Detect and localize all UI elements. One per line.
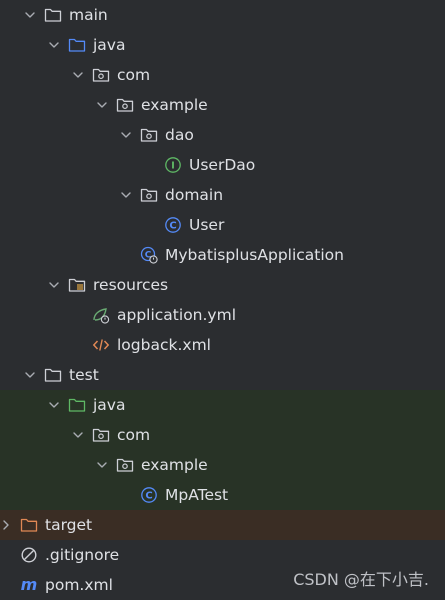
tree-row[interactable]: C User: [0, 210, 445, 240]
folder-icon: [44, 366, 62, 384]
chevron-down-icon[interactable]: [72, 69, 84, 81]
tree-item-label: pom.xml: [45, 576, 113, 594]
watermark-text: CSDN @在下小吉.: [293, 570, 429, 589]
xml-file-icon: [92, 336, 110, 354]
tree-row[interactable]: java: [0, 30, 445, 60]
package-icon: [116, 456, 134, 474]
chevron-down-icon[interactable]: [72, 429, 84, 441]
tree-row[interactable]: C MybatisplusApplication: [0, 240, 445, 270]
tree-row[interactable]: I UserDao: [0, 150, 445, 180]
tree-item-label: User: [189, 216, 225, 234]
tree-item-label: domain: [165, 186, 224, 204]
chevron-down-icon[interactable]: [24, 9, 36, 21]
tree-item-label: example: [141, 96, 208, 114]
chevron-down-icon[interactable]: [24, 369, 36, 381]
class-icon: C: [140, 486, 158, 504]
chevron-down-icon[interactable]: [48, 399, 60, 411]
spring-class-icon: C: [140, 246, 158, 264]
tree-row[interactable]: example: [0, 450, 445, 480]
svg-text:C: C: [145, 491, 152, 502]
tree-row[interactable]: main: [0, 0, 445, 30]
tree-item-label: resources: [93, 276, 169, 294]
tree-row[interactable]: C MpATest: [0, 480, 445, 510]
resources-folder-icon: [68, 276, 86, 294]
maven-icon: m: [20, 576, 38, 594]
tree-row[interactable]: com: [0, 420, 445, 450]
package-icon: [140, 126, 158, 144]
source-folder-icon: [68, 36, 86, 54]
tree-item-label: example: [141, 456, 208, 474]
interface-icon: I: [164, 156, 182, 174]
svg-text:m: m: [21, 576, 38, 594]
project-tree: main java com example dao I UserDao domain C User…: [0, 0, 445, 600]
package-icon: [92, 66, 110, 84]
tree-row[interactable]: test: [0, 360, 445, 390]
tree-item-label: .gitignore: [45, 546, 120, 564]
tree-row[interactable]: example: [0, 90, 445, 120]
class-icon: C: [164, 216, 182, 234]
tree-row[interactable]: application.yml: [0, 300, 445, 330]
tree-row[interactable]: java: [0, 390, 445, 420]
tree-item-label: MpATest: [165, 486, 229, 504]
tree-row[interactable]: logback.xml: [0, 330, 445, 360]
package-icon: [140, 186, 158, 204]
test-folder-icon: [68, 396, 86, 414]
gitignore-icon: [20, 546, 38, 564]
tree-row[interactable]: domain: [0, 180, 445, 210]
tree-row[interactable]: dao: [0, 120, 445, 150]
chevron-down-icon[interactable]: [48, 39, 60, 51]
tree-item-label: test: [69, 366, 99, 384]
tree-row[interactable]: target: [0, 510, 445, 540]
tree-item-label: main: [69, 6, 108, 24]
chevron-down-icon[interactable]: [120, 129, 132, 141]
package-icon: [116, 96, 134, 114]
package-icon: [92, 426, 110, 444]
chevron-down-icon[interactable]: [96, 459, 108, 471]
tree-row[interactable]: resources: [0, 270, 445, 300]
tree-item-label: com: [117, 66, 151, 84]
tree-item-label: dao: [165, 126, 194, 144]
chevron-right-icon[interactable]: [0, 519, 12, 531]
svg-text:I: I: [171, 161, 175, 172]
excluded-folder-icon: [20, 516, 38, 534]
tree-item-label: UserDao: [189, 156, 256, 174]
chevron-down-icon[interactable]: [48, 279, 60, 291]
tree-item-label: java: [93, 36, 126, 54]
chevron-down-icon[interactable]: [120, 189, 132, 201]
tree-item-label: logback.xml: [117, 336, 211, 354]
tree-item-label: com: [117, 426, 151, 444]
tree-row[interactable]: .gitignore: [0, 540, 445, 570]
chevron-down-icon[interactable]: [96, 99, 108, 111]
tree-item-label: MybatisplusApplication: [165, 246, 344, 264]
tree-item-label: java: [93, 396, 126, 414]
tree-item-label: application.yml: [117, 306, 237, 324]
svg-text:C: C: [169, 221, 176, 232]
folder-icon: [44, 6, 62, 24]
tree-item-label: target: [45, 516, 93, 534]
tree-row[interactable]: com: [0, 60, 445, 90]
spring-config-icon: [92, 306, 110, 324]
